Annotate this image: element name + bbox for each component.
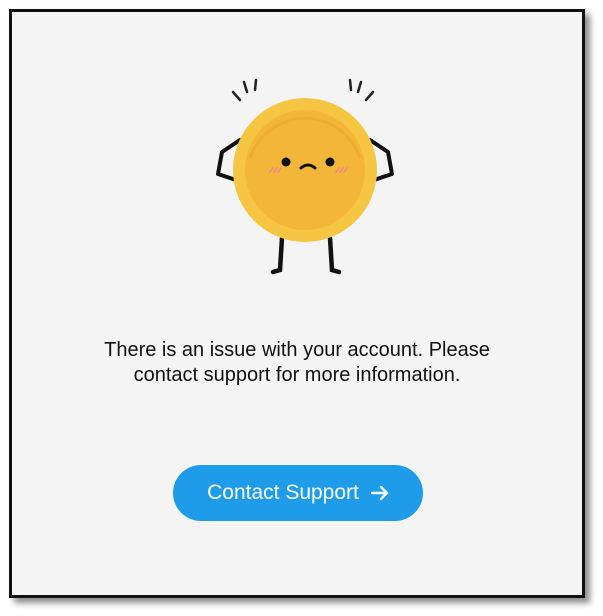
legs (270, 235, 342, 275)
stress-lines-right (348, 78, 375, 102)
arrow-right-icon (370, 485, 389, 501)
contact-support-label: Contact Support (207, 481, 359, 504)
eye-right (325, 157, 335, 167)
stress-lines-left (231, 78, 258, 102)
contact-support-button[interactable]: Contact Support (173, 465, 423, 521)
sad-coin-mascot-icon (216, 78, 394, 275)
message-line-2: contact support for more information. (133, 364, 461, 386)
account-issue-dialog: There is an issue with your account. Ple… (9, 9, 585, 598)
message-line-1: There is an issue with your account. Ple… (104, 339, 490, 361)
eye-left (281, 157, 291, 167)
account-issue-message: There is an issue with your account. Ple… (42, 338, 552, 388)
coin-inner (245, 110, 365, 230)
